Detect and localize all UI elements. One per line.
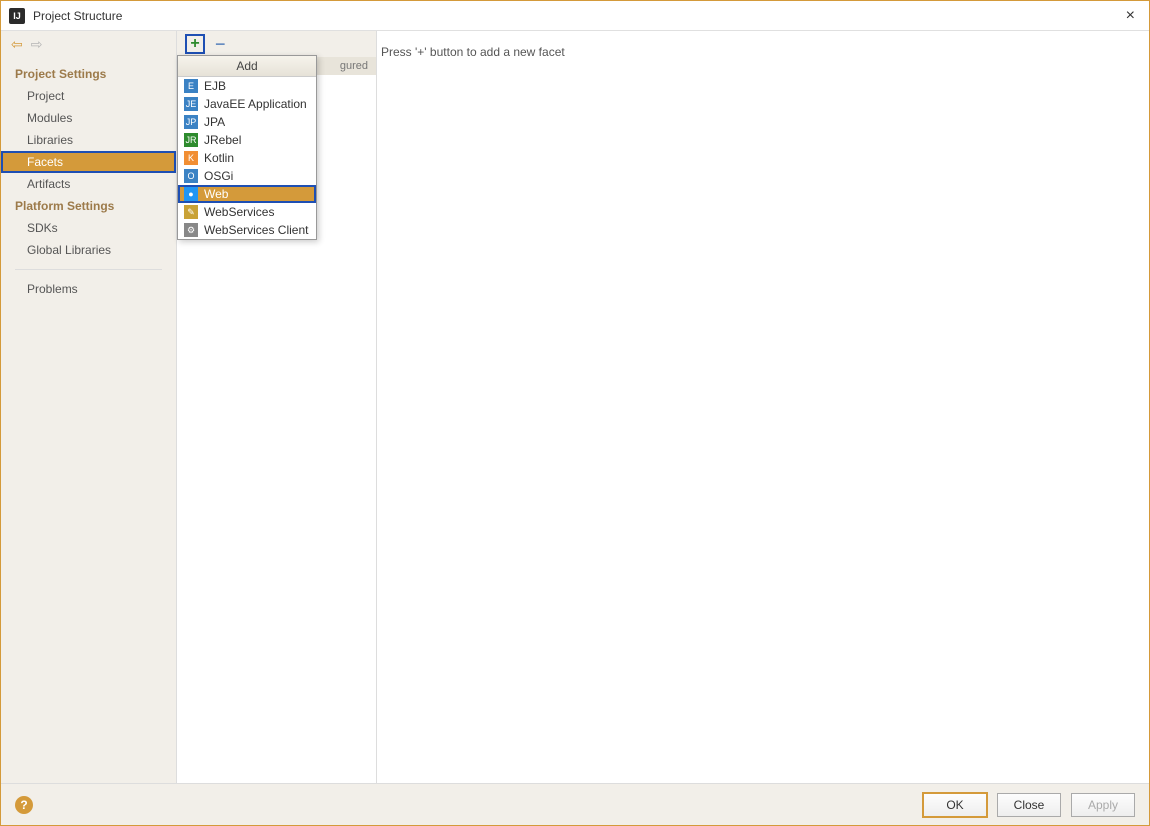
webservices-client-icon: ⚙: [184, 223, 198, 237]
sidebar-item-facets[interactable]: Facets: [1, 151, 176, 173]
forward-icon[interactable]: ⇨: [31, 36, 43, 53]
sidebar-item-global-libraries[interactable]: Global Libraries: [1, 239, 176, 261]
kotlin-icon: K: [184, 151, 198, 165]
popup-title: Add: [178, 56, 316, 77]
detail-panel: Press '+' button to add a new facet: [377, 31, 1149, 783]
popup-item-webservices[interactable]: ✎ WebServices: [178, 203, 316, 221]
titlebar: IJ Project Structure ×: [1, 1, 1149, 31]
close-icon[interactable]: ×: [1120, 5, 1141, 27]
popup-item-label: JRebel: [204, 133, 241, 147]
sidebar-item-artifacts[interactable]: Artifacts: [1, 173, 176, 195]
popup-item-jrebel[interactable]: JR JRebel: [178, 131, 316, 149]
javaee-application-icon: JE: [184, 97, 198, 111]
remove-button[interactable]: −: [215, 34, 226, 55]
sidebar-item-project[interactable]: Project: [1, 85, 176, 107]
body: ⇦ ⇨ Project Settings ProjectModulesLibra…: [1, 31, 1149, 783]
popup-item-web[interactable]: ● Web: [178, 185, 316, 203]
sidebar-item-libraries[interactable]: Libraries: [1, 129, 176, 151]
ejb-icon: E: [184, 79, 198, 93]
sidebar-item-modules[interactable]: Modules: [1, 107, 176, 129]
popup-item-kotlin[interactable]: K Kotlin: [178, 149, 316, 167]
popup-item-label: Web: [204, 187, 228, 201]
sidebar-item-problems[interactable]: Problems: [1, 278, 176, 300]
sidebar: ⇦ ⇨ Project Settings ProjectModulesLibra…: [1, 31, 177, 783]
section-platform-settings: Platform Settings: [1, 195, 176, 217]
osgi-icon: O: [184, 169, 198, 183]
popup-item-label: JPA: [204, 115, 225, 129]
hint-text: Press '+' button to add a new facet: [381, 45, 1145, 59]
help-icon[interactable]: ?: [15, 796, 33, 814]
popup-item-label: WebServices: [204, 205, 274, 219]
ok-button[interactable]: OK: [923, 793, 987, 817]
popup-item-label: WebServices Client: [204, 223, 308, 237]
facet-list-panel: + − gured Add EEJBJEJavaEE ApplicationJP…: [177, 31, 377, 783]
jpa-icon: JP: [184, 115, 198, 129]
jrebel-icon: JR: [184, 133, 198, 147]
popup-item-label: OSGi: [204, 169, 233, 183]
back-icon[interactable]: ⇦: [11, 36, 23, 53]
mid-toolbar: + −: [177, 31, 376, 57]
window-title: Project Structure: [33, 9, 122, 23]
divider: [15, 269, 162, 270]
popup-item-jpa[interactable]: JP JPA: [178, 113, 316, 131]
popup-item-ejb[interactable]: E EJB: [178, 77, 316, 95]
web-icon: ●: [184, 187, 198, 201]
add-button[interactable]: +: [185, 34, 205, 54]
sidebar-item-sdks[interactable]: SDKs: [1, 217, 176, 239]
popup-item-label: JavaEE Application: [204, 97, 307, 111]
app-icon: IJ: [9, 8, 25, 24]
footer: ? OK Close Apply: [1, 783, 1149, 825]
popup-item-webservices-client[interactable]: ⚙ WebServices Client: [178, 221, 316, 239]
popup-item-label: EJB: [204, 79, 226, 93]
webservices-icon: ✎: [184, 205, 198, 219]
nav-arrows: ⇦ ⇨: [1, 31, 176, 57]
add-popup: Add E EJB JE JavaEE Application JP JPA JR JRebe…: [177, 55, 317, 240]
close-button[interactable]: Close: [997, 793, 1061, 817]
nav-list: Project Settings ProjectModulesLibraries…: [1, 57, 176, 783]
popup-item-javaee-application[interactable]: JE JavaEE Application: [178, 95, 316, 113]
popup-item-label: Kotlin: [204, 151, 234, 165]
section-project-settings: Project Settings: [1, 63, 176, 85]
apply-button[interactable]: Apply: [1071, 793, 1135, 817]
project-structure-window: IJ Project Structure × ⇦ ⇨ Project Setti…: [0, 0, 1150, 826]
popup-item-osgi[interactable]: O OSGi: [178, 167, 316, 185]
